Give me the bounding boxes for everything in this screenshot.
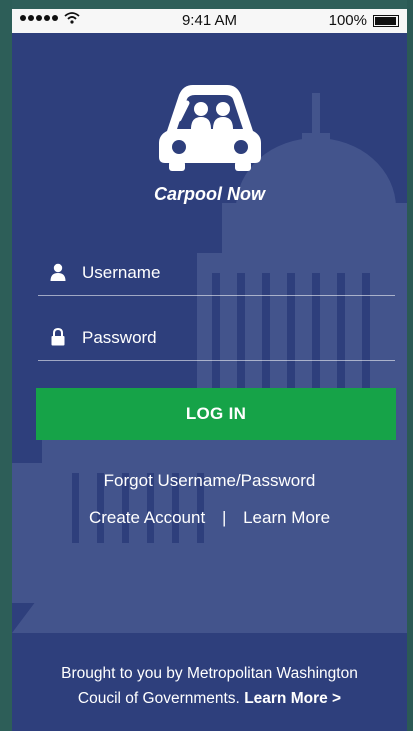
footer-org-text: Coucil of Governments. — [77, 690, 240, 707]
phone-screen: 9:41 AM 100% Carpool Now Username LOG IN… — [12, 9, 407, 731]
user-icon — [50, 263, 66, 281]
login-button[interactable]: LOG IN — [36, 388, 396, 440]
car-logo-icon — [159, 85, 261, 171]
app-name: Carpool Now — [154, 184, 265, 204]
account-links: Create Account | Learn More — [12, 508, 407, 528]
frame-right-edge — [407, 0, 413, 731]
password-field[interactable] — [38, 316, 395, 361]
battery-percent: 100% — [328, 12, 367, 29]
footer-learn-more-link[interactable]: Learn More > — [244, 690, 341, 707]
create-account-link[interactable]: Create Account — [89, 508, 205, 527]
lock-icon — [51, 328, 65, 346]
username-field[interactable] — [38, 251, 395, 296]
battery-group: 100% — [329, 12, 399, 29]
password-input[interactable] — [80, 324, 384, 352]
username-input[interactable] — [80, 259, 384, 287]
learn-more-link[interactable]: Learn More — [243, 508, 330, 527]
links-separator: | — [221, 508, 227, 527]
footer-credit: Brought to you by Metropolitan Washingto… — [12, 661, 407, 711]
footer-line-2: Coucil of Governments. Learn More > — [12, 686, 407, 711]
battery-icon — [373, 14, 399, 27]
forgot-credentials-link[interactable]: Forgot Username/Password — [12, 471, 407, 491]
footer-line-1: Brought to you by Metropolitan Washingto… — [61, 665, 358, 682]
status-bar: 9:41 AM 100% — [12, 9, 407, 33]
frame-left-edge — [0, 0, 12, 731]
